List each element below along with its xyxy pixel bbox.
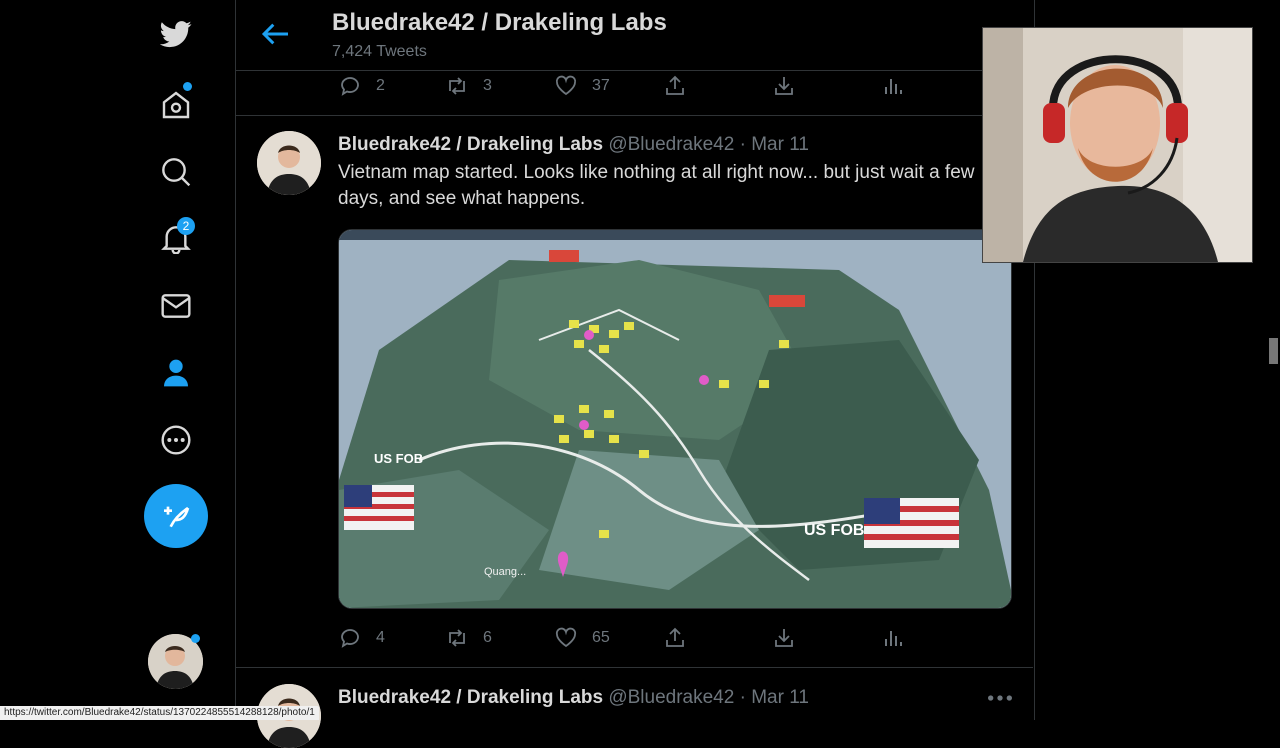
download-button[interactable]: [772, 623, 796, 653]
share-icon: [666, 627, 684, 647]
download-button[interactable]: [772, 71, 796, 101]
like-button[interactable]: 37: [554, 71, 610, 101]
meta-separator: ·: [739, 134, 746, 155]
home-nav-button[interactable]: [156, 82, 196, 125]
browser-status-url: https://twitter.com/Bluedrake42/status/1…: [0, 706, 319, 720]
tweet-divider: [236, 667, 1033, 668]
retweet-count: 3: [483, 77, 492, 94]
vietnam-map-image: US FOB US FOB Quang...: [339, 230, 1011, 608]
download-icon: [775, 629, 793, 647]
tweet-media-image[interactable]: US FOB US FOB Quang...: [338, 229, 1012, 609]
search-icon: [162, 158, 191, 187]
notifications-badge: 2: [177, 217, 195, 235]
account-unread-dot: [191, 634, 200, 643]
tweet-handle[interactable]: @Bluedrake42: [608, 134, 734, 155]
analytics-icon: [885, 79, 902, 94]
webcam-overlay: [982, 27, 1253, 263]
reply-icon: [341, 77, 359, 96]
streamer-camera-image: [983, 28, 1252, 262]
retweet-count: 6: [483, 629, 492, 646]
reply-icon: [341, 629, 359, 648]
share-icon: [666, 75, 684, 95]
previous-tweet-actions: 2 3 37: [338, 71, 918, 101]
author-avatar[interactable]: [257, 131, 321, 195]
home-unread-dot: [183, 82, 192, 91]
next-tweet-author-name[interactable]: Bluedrake42 / Drakeling Labs: [338, 687, 603, 708]
reply-count: 2: [376, 77, 385, 94]
heart-icon: [555, 627, 577, 648]
map-label-us-fob-right: US FOB: [804, 522, 864, 539]
analytics-button[interactable]: [880, 623, 904, 653]
analytics-icon: [885, 631, 902, 646]
tweet-actions: 4 6 65: [338, 623, 918, 653]
like-count: 65: [592, 629, 610, 646]
tweet-text: Vietnam map started. Looks like nothing …: [338, 162, 975, 209]
person-icon: [164, 359, 188, 387]
like-count: 37: [592, 77, 610, 94]
more-circle-icon: [161, 425, 191, 455]
meta-separator: ·: [739, 687, 746, 708]
page-title: Bluedrake42 / Drakeling Labs: [332, 9, 667, 36]
reply-button[interactable]: 4: [338, 623, 385, 653]
page-scrollbar-thumb[interactable]: [1269, 338, 1278, 364]
home-icon: [162, 91, 190, 119]
envelope-icon: [161, 294, 191, 318]
twitter-logo-icon[interactable]: [156, 14, 196, 54]
reply-count: 4: [376, 629, 385, 646]
profile-nav-button[interactable]: [156, 353, 196, 393]
map-label-us-fob-left: US FOB: [374, 451, 423, 466]
arrow-left-icon: [261, 23, 288, 45]
tweet-count: 7,424 Tweets: [332, 43, 427, 60]
retweet-button[interactable]: 6: [445, 623, 492, 653]
retweet-icon: [449, 77, 465, 95]
tweet-author-name[interactable]: Bluedrake42 / Drakeling Labs: [338, 134, 603, 155]
heart-icon: [555, 75, 577, 96]
tweet-divider: [236, 115, 1033, 116]
next-tweet-author-line: Bluedrake42 / Drakeling Labs @Bluedrake4…: [338, 687, 809, 709]
next-tweet-date[interactable]: Mar 11: [751, 687, 809, 708]
explore-nav-button[interactable]: [156, 152, 196, 192]
notifications-nav-button[interactable]: 2: [156, 217, 196, 258]
share-button[interactable]: [663, 623, 687, 653]
retweet-icon: [449, 629, 465, 647]
compose-tweet-button[interactable]: [144, 484, 208, 548]
more-horizontal-icon: [988, 695, 1012, 701]
like-button[interactable]: 65: [554, 623, 610, 653]
feather-plus-icon: [164, 506, 190, 528]
next-tweet-handle[interactable]: @Bluedrake42: [608, 687, 734, 708]
back-button[interactable]: [256, 14, 296, 54]
analytics-button[interactable]: [880, 71, 904, 101]
download-icon: [775, 77, 793, 95]
tweet-date[interactable]: Mar 11: [751, 134, 809, 155]
messages-nav-button[interactable]: [156, 286, 196, 326]
share-button[interactable]: [663, 71, 687, 101]
tweet-more-button[interactable]: [980, 678, 1020, 718]
reply-button[interactable]: 2: [338, 71, 385, 101]
us-flag-left: [344, 485, 414, 530]
map-label-town: Quang...: [484, 566, 526, 578]
more-nav-button[interactable]: [156, 420, 196, 460]
us-flag-right: [864, 498, 959, 548]
tweet-author-line: Bluedrake42 / Drakeling Labs @Bluedrake4…: [338, 134, 809, 156]
retweet-button[interactable]: 3: [445, 71, 492, 101]
